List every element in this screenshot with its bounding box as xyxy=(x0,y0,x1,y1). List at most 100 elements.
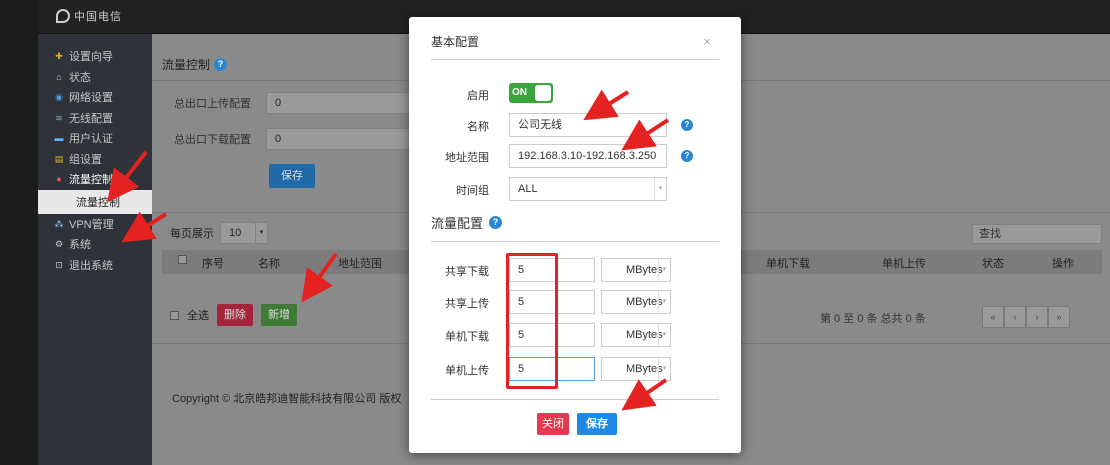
close-icon[interactable]: × xyxy=(703,34,711,49)
unit-select[interactable]: MBytes ▾ xyxy=(601,357,671,381)
upload-config-label: 总出口上传配置 xyxy=(174,98,251,110)
flow-row: 共享下载 5 MBytes ▾ xyxy=(409,258,741,282)
system-icon: ⚙ xyxy=(54,239,64,250)
save-config-button[interactable]: 保存 xyxy=(269,164,315,188)
sidebar-item-label: 网络设置 xyxy=(69,92,113,105)
select-all-label: 全选 xyxy=(187,310,209,322)
column-header[interactable]: 单机下载 xyxy=(766,255,810,271)
divider xyxy=(431,59,719,60)
flow-row: 单机下载 5 MBytes ▾ xyxy=(409,323,741,347)
sidebar-item-wizard[interactable]: ✚ 设置向导 xyxy=(38,46,152,67)
help-icon[interactable]: ? xyxy=(214,58,228,71)
chevron-down-icon: ▾ xyxy=(255,223,267,243)
enable-row: 启用 ON xyxy=(409,83,741,107)
card-icon: ▬ xyxy=(54,133,64,144)
download-config-label: 总出口下载配置 xyxy=(174,134,251,146)
sidebar-item-network[interactable]: ◉ 网络设置 xyxy=(38,87,152,108)
exit-icon: ⊡ xyxy=(55,259,63,270)
column-header[interactable]: 序号 xyxy=(202,255,224,271)
brand-logo-text: 中国电信 xyxy=(74,11,122,23)
brand-logo: 中国电信 xyxy=(56,8,122,24)
download-config-row: 总出口下载配置 0 xyxy=(174,128,411,150)
sidebar-subitem-traffic-control[interactable]: 流量控制 xyxy=(38,189,152,214)
flow-row: 共享上传 5 MBytes ▾ xyxy=(409,290,741,314)
telecom-logo-icon xyxy=(56,9,70,23)
timegroup-value: ALL xyxy=(518,183,538,195)
flow-row-label: 共享下载 xyxy=(445,266,489,278)
group-icon: ▤ xyxy=(54,153,64,164)
unit-select[interactable]: MBytes ▾ xyxy=(601,323,671,347)
home-icon: ⌂ xyxy=(56,71,62,82)
sidebar-item-status[interactable]: ⌂ 状态 xyxy=(38,67,152,88)
sidebar-item-label: 流量控制 xyxy=(69,174,113,187)
help-icon[interactable]: ? xyxy=(681,119,693,131)
page-title-text: 流量控制 xyxy=(162,58,211,72)
sidebar-item-system[interactable]: ⚙ 系统 xyxy=(38,234,152,255)
sidebar-item-wireless[interactable]: ≋ 无线配置 xyxy=(38,108,152,129)
bulk-actions: 全选 删除 新增 xyxy=(170,304,297,326)
copyright-text: Copyright © 北京皓邦迪智能科技有限公司 版权 xyxy=(172,393,402,405)
enable-toggle[interactable]: ON xyxy=(509,83,553,103)
range-input[interactable]: 192.168.3.10-192.168.3.250 xyxy=(509,144,667,168)
unit-select[interactable]: MBytes ▾ xyxy=(601,290,671,314)
sidebar-item-auth[interactable]: ▬ 用户认证 xyxy=(38,128,152,149)
divider xyxy=(431,241,719,242)
close-button[interactable]: 关闭 xyxy=(537,413,569,435)
sidebar-item-vpn[interactable]: ⁂ VPN管理 xyxy=(38,214,152,235)
save-button[interactable]: 保存 xyxy=(577,413,617,435)
download-config-input[interactable]: 0 xyxy=(266,128,411,150)
name-input[interactable]: 公司无线 xyxy=(509,113,667,137)
sidebar-item-label: 退出系统 xyxy=(69,259,113,272)
header-checkbox[interactable] xyxy=(178,255,187,264)
sidebar-item-group[interactable]: ▤ 组设置 xyxy=(38,149,152,170)
help-icon[interactable]: ? xyxy=(489,216,503,229)
flow-config-title-text: 流量配置 xyxy=(431,216,484,231)
pagination: « ‹ › » xyxy=(982,306,1070,328)
upload-config-row: 总出口上传配置 0 xyxy=(174,92,411,114)
unit-select[interactable]: MBytes ▾ xyxy=(601,258,671,282)
last-page-button[interactable]: » xyxy=(1048,306,1070,328)
sidebar-item-label: 组设置 xyxy=(69,153,102,166)
traffic-icon: ● xyxy=(56,174,62,185)
select-all-checkbox[interactable] xyxy=(170,310,179,320)
name-label: 名称 xyxy=(467,121,489,133)
per-page-select[interactable]: 10 ▾ xyxy=(220,222,268,244)
sidebar-item-traffic[interactable]: ● 流量控制 xyxy=(38,169,152,190)
flow-row: 单机上传 5 MBytes ▾ xyxy=(409,357,741,381)
timegroup-select[interactable]: ALL ▾ xyxy=(509,177,667,201)
sidebar-item-logout[interactable]: ⊡ 退出系统 xyxy=(38,255,152,276)
chevron-down-icon: ▾ xyxy=(654,178,666,200)
chevron-down-icon: ▾ xyxy=(658,259,670,281)
next-page-button[interactable]: › xyxy=(1026,306,1048,328)
vpn-icon: ⁂ xyxy=(54,218,64,229)
enable-label: 启用 xyxy=(467,90,489,102)
column-header: 操作 xyxy=(1052,258,1074,270)
flow-row-label: 单机下载 xyxy=(445,331,489,343)
help-icon[interactable]: ? xyxy=(681,150,693,162)
delete-button[interactable]: 删除 xyxy=(217,304,253,326)
flow-config-title: 流量配置 ? xyxy=(431,213,503,232)
name-row: 名称 公司无线 ? xyxy=(409,113,741,137)
wand-icon: ✚ xyxy=(55,51,63,62)
upload-config-input[interactable]: 0 xyxy=(266,92,411,114)
prev-page-button[interactable]: ‹ xyxy=(1004,306,1026,328)
divider xyxy=(431,399,719,400)
annotation-highlight-box xyxy=(506,253,558,389)
sidebar-item-label: VPN管理 xyxy=(69,218,114,231)
wifi-icon: ≋ xyxy=(55,112,63,123)
column-header[interactable]: 名称 xyxy=(258,255,280,271)
modal-title: 基本配置 xyxy=(431,35,480,49)
column-header[interactable]: 状态 xyxy=(982,255,1004,271)
timegroup-label: 时间组 xyxy=(456,185,489,197)
page-left-edge xyxy=(0,0,38,465)
range-label: 地址范围 xyxy=(445,152,489,164)
toggle-text: ON xyxy=(512,87,527,98)
chevron-down-icon: ▾ xyxy=(658,324,670,346)
first-page-button[interactable]: « xyxy=(982,306,1004,328)
chevron-down-icon: ▾ xyxy=(658,358,670,380)
column-header[interactable]: 单机上传 xyxy=(882,255,926,271)
search-input[interactable]: 查找 xyxy=(972,224,1102,244)
column-header[interactable]: 地址范围 xyxy=(338,255,382,271)
add-button[interactable]: 新增 xyxy=(261,304,297,326)
sidebar-item-label: 设置向导 xyxy=(69,51,113,64)
